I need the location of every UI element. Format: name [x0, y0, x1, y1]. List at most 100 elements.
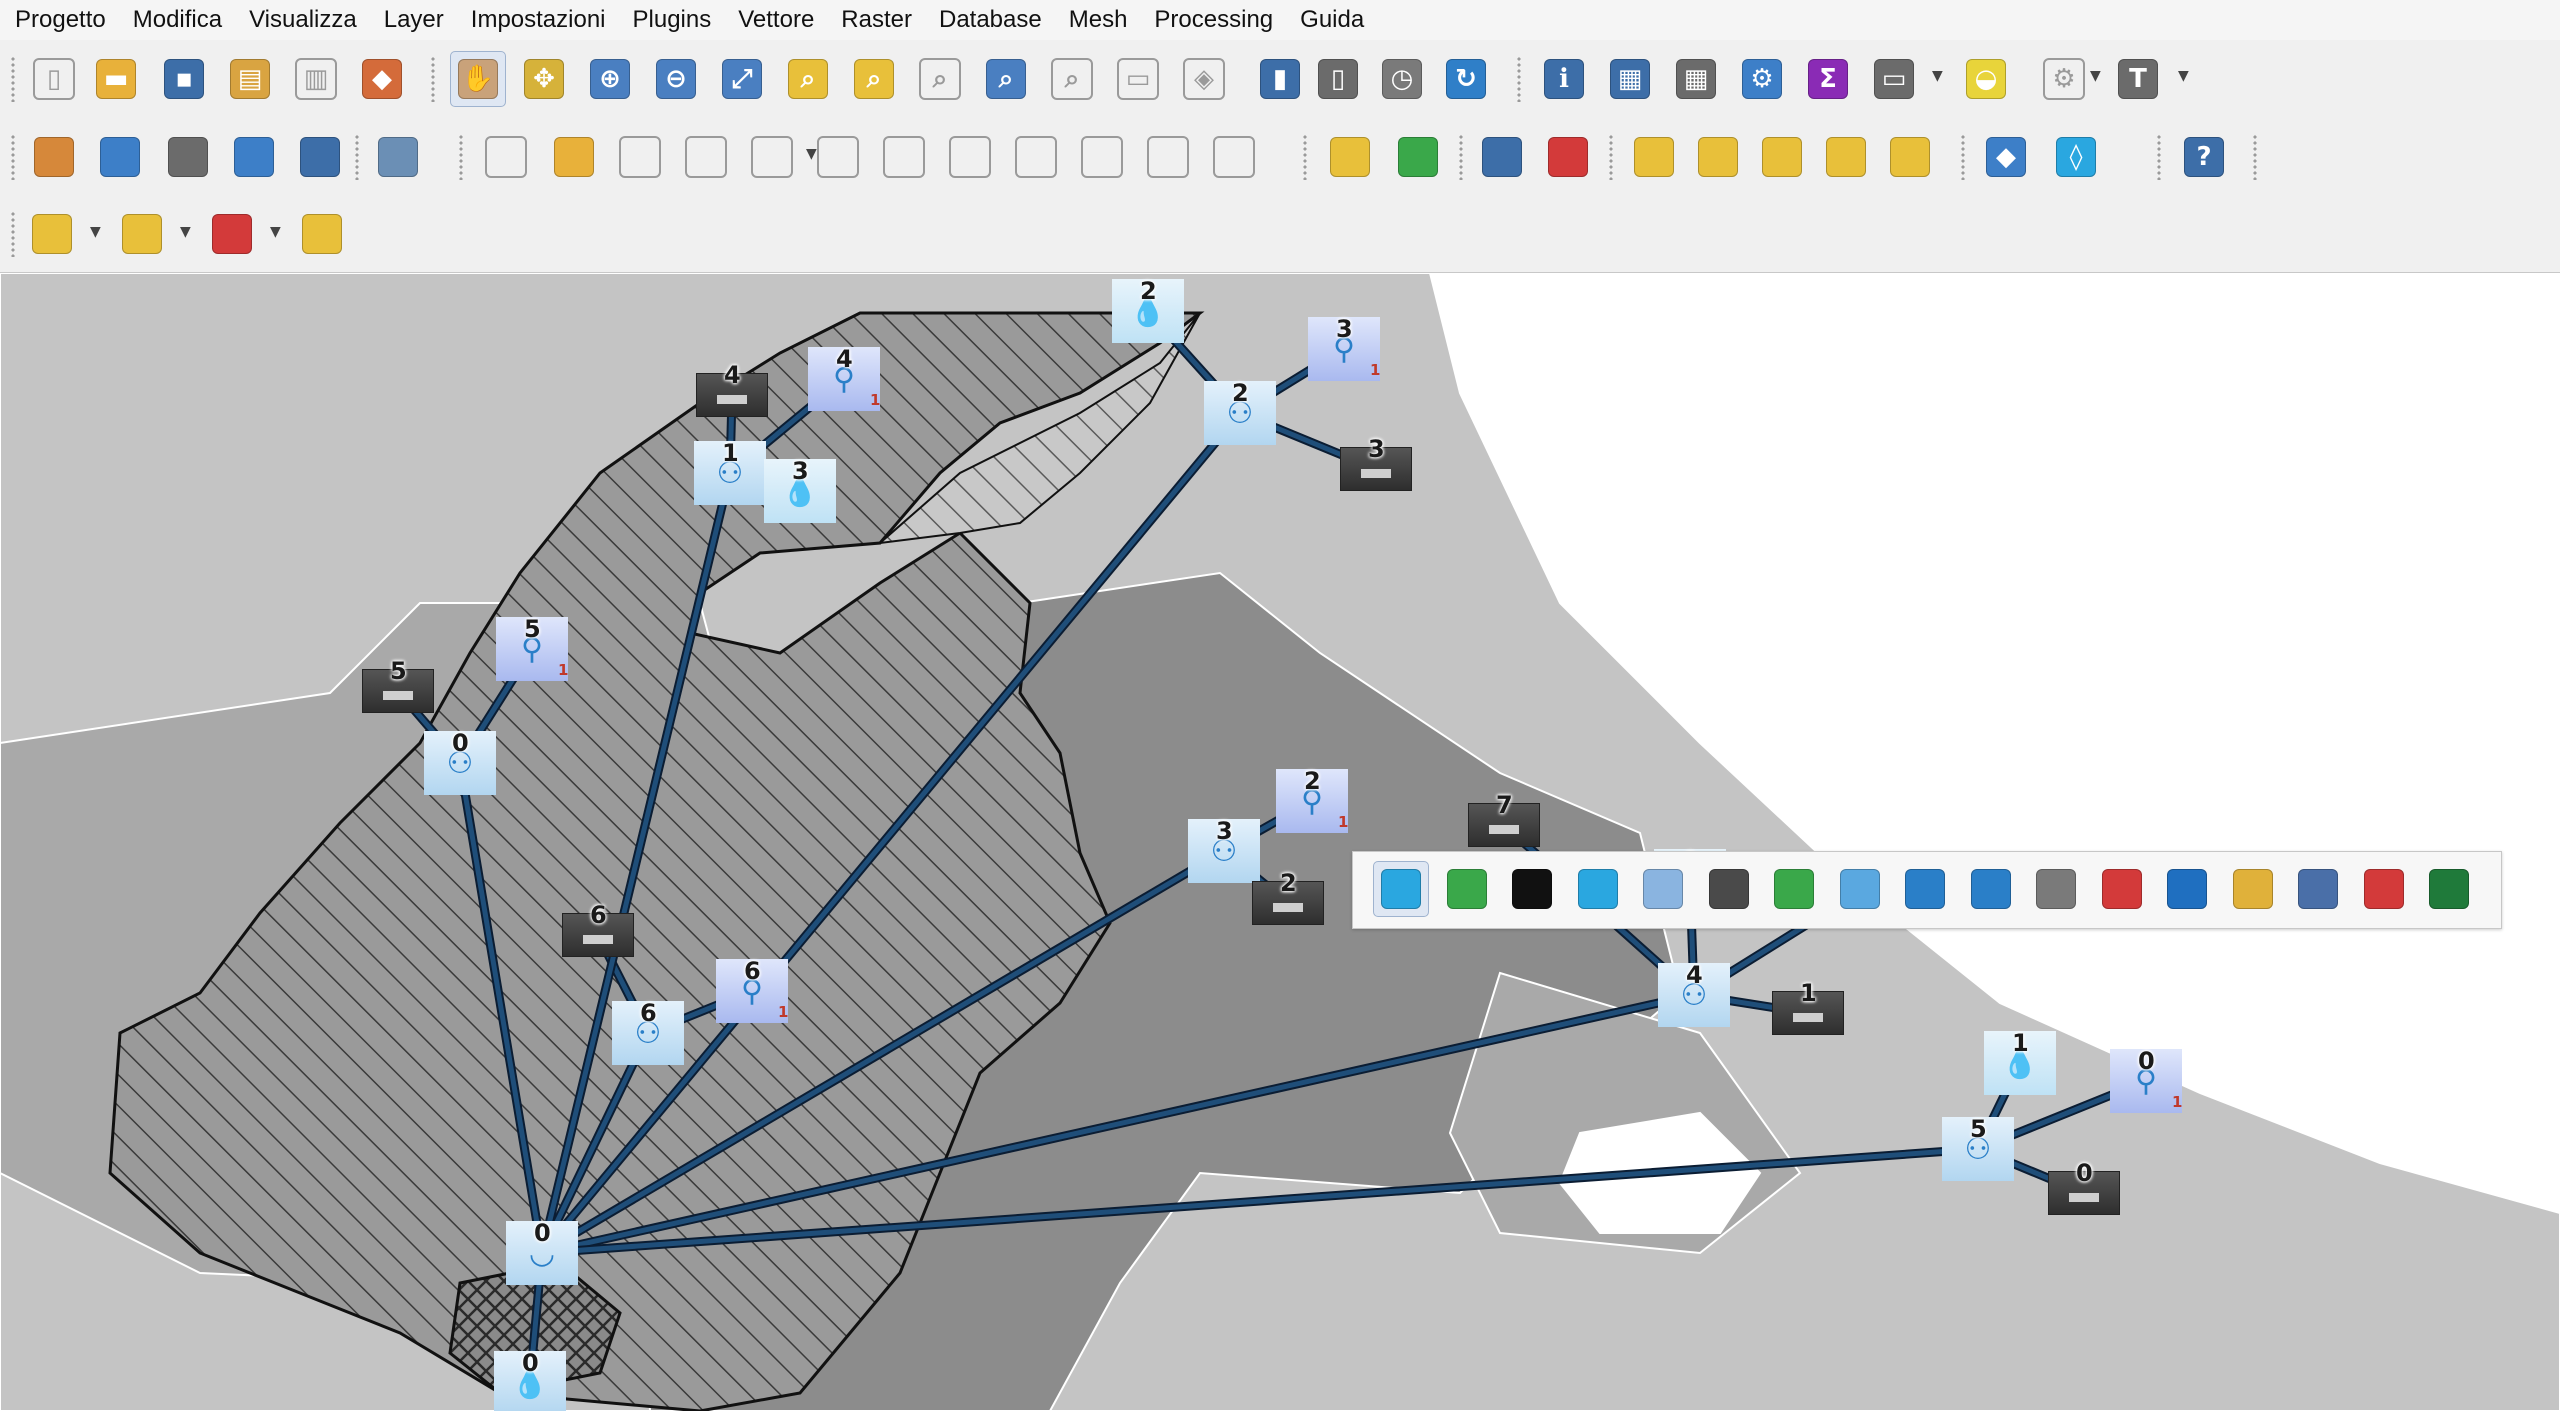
processing-toolbox-button[interactable]: ⚙ — [1734, 51, 1790, 107]
toolbar-handle[interactable] — [10, 56, 16, 102]
new-project-button[interactable]: ▯ — [26, 51, 82, 107]
menu-impostazioni[interactable]: Impostazioni — [456, 0, 618, 40]
menu-mesh[interactable]: Mesh — [1054, 0, 1140, 40]
zoom-in-button[interactable]: ⊕ — [582, 51, 638, 107]
highlight-pinned-labels-button[interactable] — [1540, 129, 1596, 185]
excel-export-button[interactable] — [2421, 861, 2477, 917]
toolbar-handle[interactable] — [1458, 134, 1464, 180]
current-edits-button[interactable] — [478, 129, 534, 185]
toolbar-handle[interactable] — [2156, 134, 2162, 180]
pipeline-button[interactable] — [1832, 861, 1888, 917]
toolbar-handle[interactable] — [430, 56, 436, 102]
dropdown-arrow-icon[interactable]: ▼ — [180, 224, 191, 240]
vertex-tool-button[interactable] — [744, 129, 800, 185]
python-console-button[interactable]: ◆ — [1978, 129, 2034, 185]
zoom-to-layer-button[interactable]: ⌕ — [846, 51, 902, 107]
temporal-controller-button[interactable]: ◷ — [1374, 51, 1430, 107]
pan-map-button[interactable]: ✋ — [450, 51, 506, 107]
label-toolbar-button[interactable] — [1322, 129, 1378, 185]
menu-raster[interactable]: Raster — [826, 0, 924, 40]
paste-features-button[interactable] — [1074, 129, 1130, 185]
open-project-button[interactable]: ▬ — [88, 51, 144, 107]
dropdown-arrow-icon[interactable]: ▼ — [2178, 68, 2189, 84]
menu-processing[interactable]: Processing — [1139, 0, 1285, 40]
chart-button[interactable] — [2290, 861, 2346, 917]
delete-selected-button[interactable] — [876, 129, 932, 185]
reload-button[interactable] — [1504, 861, 1560, 917]
edit-button[interactable] — [2028, 861, 2084, 917]
deselect-features-button[interactable] — [204, 206, 260, 262]
dropdown-arrow-icon[interactable]: ▼ — [270, 224, 281, 240]
text-annotation-button[interactable]: T — [2110, 51, 2166, 107]
toolbar-handle[interactable] — [354, 134, 360, 180]
attribute-table-button[interactable]: ▦ — [1602, 51, 1658, 107]
modify-attributes-button[interactable] — [810, 129, 866, 185]
water-drop-button[interactable] — [1373, 861, 1429, 917]
treatment-plant-button[interactable] — [1701, 861, 1757, 917]
move-label-button[interactable] — [1626, 129, 1682, 185]
toolbar-handle[interactable] — [10, 211, 16, 257]
data-source-manager-button[interactable] — [26, 129, 82, 185]
add-element-button[interactable] — [1439, 861, 1495, 917]
toolbar-handle[interactable] — [1608, 134, 1614, 180]
source-button[interactable] — [1570, 861, 1626, 917]
actions-button[interactable]: ⚙ — [2036, 51, 2092, 107]
delete-button[interactable] — [2094, 861, 2150, 917]
identify-features-button[interactable]: ℹ — [1536, 51, 1592, 107]
toolbar-handle[interactable] — [1302, 134, 1308, 180]
save-layer-edits-button[interactable] — [612, 129, 668, 185]
new-bookmark-button[interactable]: ▮ — [1252, 51, 1308, 107]
new-shapefile-layer-button[interactable] — [160, 129, 216, 185]
undo-button[interactable] — [1140, 129, 1196, 185]
new-map-view-button[interactable]: ▭ — [1110, 51, 1166, 107]
toolbar-handle[interactable] — [458, 134, 464, 180]
zoom-native-button[interactable]: ⌕ — [912, 51, 968, 107]
zoom-full-button[interactable]: ⤢ — [714, 51, 770, 107]
add-feature-button[interactable] — [678, 129, 734, 185]
toolbar-handle[interactable] — [1960, 134, 1966, 180]
new-geopackage-layer-button[interactable] — [92, 129, 148, 185]
help-button[interactable]: ? — [2176, 129, 2232, 185]
show-hide-labels-button[interactable] — [1690, 129, 1746, 185]
menu-layer[interactable]: Layer — [369, 0, 456, 40]
select-features-button[interactable] — [24, 206, 80, 262]
dropdown-arrow-icon[interactable]: ▼ — [806, 146, 817, 162]
toolbar-handle[interactable] — [1516, 56, 1522, 102]
new-3d-map-button[interactable]: ◈ — [1176, 51, 1232, 107]
toggle-editing-button[interactable] — [546, 129, 602, 185]
menu-modifica[interactable]: Modifica — [118, 0, 234, 40]
identify-location-button[interactable] — [294, 206, 350, 262]
show-bookmarks-button[interactable]: ▯ — [1310, 51, 1366, 107]
dropdown-arrow-icon[interactable]: ▼ — [1932, 68, 1943, 84]
reservoir-button[interactable] — [1635, 861, 1691, 917]
zoom-out-button[interactable]: ⊖ — [648, 51, 704, 107]
zoom-to-selection-button[interactable]: ⌕ — [780, 51, 836, 107]
pan-to-selection-button[interactable]: ✥ — [516, 51, 572, 107]
toolbar-handle[interactable] — [10, 134, 16, 180]
digitize-button[interactable] — [370, 129, 426, 185]
change-label-button[interactable] — [1882, 129, 1938, 185]
zoom-last-button[interactable]: ⌕ — [978, 51, 1034, 107]
field-calculator-button[interactable]: ▦ — [1668, 51, 1724, 107]
copy-features-button[interactable] — [1008, 129, 1064, 185]
spring-button[interactable] — [1766, 861, 1822, 917]
rotate-label-button[interactable] — [1818, 129, 1874, 185]
save-project-button[interactable]: ▪ — [156, 51, 212, 107]
menu-plugins[interactable]: Plugins — [618, 0, 724, 40]
dropdown-arrow-icon[interactable]: ▼ — [90, 224, 101, 240]
move-label-diagram-button[interactable] — [1754, 129, 1810, 185]
map-tips-button[interactable]: ◒ — [1958, 51, 2014, 107]
style-manager-button[interactable]: ◆ — [354, 51, 410, 107]
new-temporary-layer-button[interactable] — [226, 129, 282, 185]
dropdown-arrow-icon[interactable]: ▼ — [2090, 68, 2101, 84]
water-plugin-button[interactable]: ◊ — [2048, 129, 2104, 185]
cut-features-button[interactable] — [942, 129, 998, 185]
zoom-next-button[interactable]: ⌕ — [1044, 51, 1100, 107]
calculator-button[interactable] — [2159, 861, 2215, 917]
menu-database[interactable]: Database — [924, 0, 1054, 40]
tap-node-button[interactable] — [1963, 861, 2019, 917]
menu-visualizza[interactable]: Visualizza — [234, 0, 369, 40]
layout-manager-button[interactable]: ▥ — [288, 51, 344, 107]
select-by-expression-button[interactable] — [114, 206, 170, 262]
menu-vettore[interactable]: Vettore — [723, 0, 826, 40]
